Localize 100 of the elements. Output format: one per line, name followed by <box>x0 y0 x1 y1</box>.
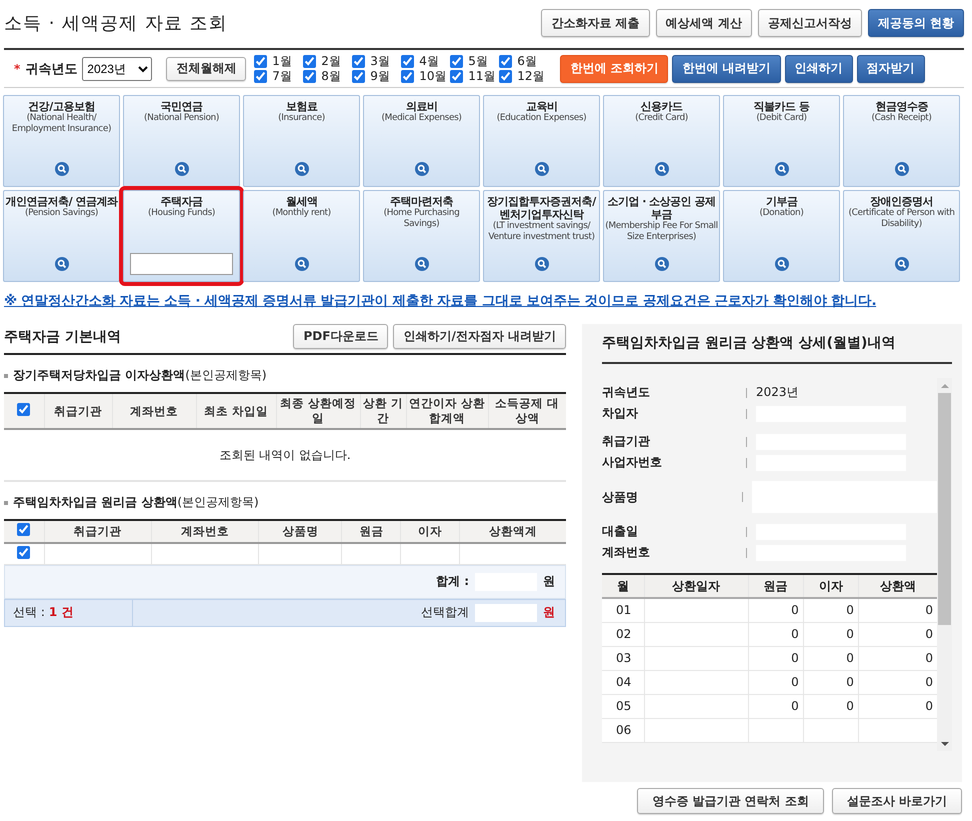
scroll-down-arrow-icon[interactable] <box>940 742 948 746</box>
table-cell: 0 <box>748 646 804 670</box>
checkbox[interactable] <box>17 402 30 416</box>
search-icon <box>54 162 68 176</box>
table-cell: 05 <box>602 694 644 718</box>
field-label: 대출일 <box>602 523 639 540</box>
action-button[interactable]: 한번에 내려받기 <box>672 54 781 82</box>
table-cell: 04 <box>602 670 644 694</box>
category-tile[interactable]: 개인연금저축/ 연금계좌 (Pension Savings) <box>3 190 120 282</box>
footer-button[interactable]: 영수증 발급기관 연락처 조회 <box>637 788 824 814</box>
field-label: 차입자 <box>602 405 639 422</box>
category-tile[interactable]: 기부금 (Donation) <box>723 190 840 282</box>
checkbox[interactable] <box>17 523 30 536</box>
table-cell: 0 <box>748 598 804 622</box>
tile-subtitle: (Housing Funds) <box>148 208 215 219</box>
column-header: 취급기관 <box>44 393 112 429</box>
checkbox[interactable] <box>303 54 316 68</box>
category-tile[interactable]: 장기집합투자증권저축/ 벤처기업투자신탁 (LT investment savings/ Venture investment trust) <box>483 190 600 282</box>
tile-title: 기부금 <box>766 195 798 208</box>
search-icon <box>54 257 68 271</box>
checkbox[interactable] <box>254 54 268 68</box>
column-header: 월 <box>602 574 644 598</box>
category-tile[interactable]: 현금영수증 (Cash Receipt) <box>843 95 960 187</box>
checkbox[interactable] <box>499 54 512 68</box>
column-header: 상환 기간 <box>360 393 406 429</box>
table-cell <box>803 718 858 742</box>
category-tile[interactable]: 주택마련저축 (Home Purchasing Savings) <box>363 190 480 282</box>
checkbox[interactable] <box>17 546 30 559</box>
header-button[interactable]: 공제신고서작성 <box>758 9 862 37</box>
field-label: 계좌번호 <box>602 544 651 561</box>
month-label: 7월 <box>272 68 292 84</box>
separator-bar <box>746 436 747 446</box>
search-icon <box>294 257 308 271</box>
category-tile[interactable]: 교육비 (Education Expenses) <box>483 95 600 187</box>
month-label: 10월 <box>419 68 447 84</box>
checkbox[interactable] <box>254 70 268 82</box>
header-button[interactable]: 제공동의 현황 <box>868 9 964 37</box>
checkbox[interactable] <box>401 54 414 68</box>
checkbox[interactable] <box>303 70 316 82</box>
toggle-months-button[interactable]: 전체월해제 <box>166 56 246 80</box>
tile-title: 의료비 <box>406 100 438 113</box>
panel-button[interactable]: 인쇄하기/전자점자 내려받기 <box>393 324 566 349</box>
column-header: 상환액 <box>858 574 937 598</box>
search-icon <box>654 257 668 271</box>
search-icon <box>174 162 188 176</box>
search-icon <box>774 257 788 271</box>
category-tile[interactable]: 보험료 (Insurance) <box>243 95 360 187</box>
checkbox[interactable] <box>450 54 464 68</box>
month-label: 12월 <box>517 68 545 84</box>
category-tile[interactable]: 월세액 (Monthly rent) <box>243 190 360 282</box>
action-button[interactable]: 점자받기 <box>856 54 925 82</box>
scrollbar[interactable] <box>937 378 952 751</box>
tile-title: 건강/고용보험 <box>28 100 95 113</box>
header-button[interactable]: 예상세액 계산 <box>656 9 752 37</box>
table-cell: 01 <box>602 598 644 622</box>
checkbox[interactable] <box>352 54 366 68</box>
table-cell: 0 <box>803 646 858 670</box>
category-tile[interactable]: 국민연금 (National Pension) <box>123 95 240 187</box>
search-icon <box>294 162 308 176</box>
table-cell: 02 <box>602 622 644 646</box>
currency-unit: 원 <box>543 573 555 590</box>
selection-count: 1 건 <box>48 604 74 621</box>
year-select[interactable]: 2023년 <box>82 56 152 80</box>
tile-title: 주택마련저축 <box>390 195 453 208</box>
panel-button[interactable]: PDF다운로드 <box>293 324 388 349</box>
tile-subtitle: (Certificate of Person with Disability) <box>847 208 956 230</box>
tile-subtitle: (Monthly rent) <box>272 208 331 219</box>
header-button[interactable]: 간소화자료 제출 <box>541 9 650 37</box>
notice-link[interactable]: ※ 연말정산간소화 자료는 소득 · 세액공제 증명서류 발급기관이 제출한 자료를 그대로 보여주는 것이므로 공제요건은 근로자가 확인해야 합니다. <box>4 292 964 310</box>
checkbox[interactable] <box>352 70 366 82</box>
search-icon <box>534 162 548 176</box>
category-tile[interactable]: 의료비 (Medical Expenses) <box>363 95 480 187</box>
tile-title: 현금영수증 <box>875 100 928 113</box>
separator-bar <box>746 526 747 536</box>
checkbox[interactable] <box>401 70 414 82</box>
category-tile[interactable]: 신용카드 (Credit Card) <box>603 95 720 187</box>
tile-title: 장애인증명서 <box>870 195 933 208</box>
section-title: 주택임차차입금 원리금 상환액 상세(월별)내역 <box>602 328 952 364</box>
search-icon <box>894 257 908 271</box>
scrollbar-thumb[interactable] <box>938 393 951 625</box>
category-tile[interactable]: 직불카드 등 (Debit Card) <box>723 95 840 187</box>
category-tile[interactable]: 장애인증명서 (Certificate of Person with Disability) <box>843 190 960 282</box>
column-header: 최초 차입일 <box>196 393 276 429</box>
month-label: 8월 <box>321 68 341 84</box>
tile-subtitle: (National Health/ Employment Insurance) <box>10 113 112 135</box>
subsection-title: 장기주택저당차입금 이자상환액(본인공제항목) <box>13 367 267 384</box>
column-header: 계좌번호 <box>112 393 196 429</box>
table-cell: 0 <box>748 622 804 646</box>
selection-label: 선택 : <box>13 604 45 621</box>
table-cell: 06 <box>602 718 644 742</box>
checkbox[interactable] <box>499 70 512 82</box>
tile-subtitle: (Debit Card) <box>756 113 807 124</box>
category-tile[interactable]: 건강/고용보험 (National Health/ Employment Insurance) <box>3 95 120 187</box>
separator-bar <box>746 458 747 468</box>
action-button[interactable]: 인쇄하기 <box>784 54 853 82</box>
field-label: 사업자번호 <box>602 454 663 471</box>
checkbox[interactable] <box>450 70 464 82</box>
search-icon <box>534 257 548 271</box>
category-tile[interactable]: 소기업 · 소상공인 공제부금 (Membership Fee For Small Size Enterprises) <box>603 190 720 282</box>
footer-button[interactable]: 설문조사 바로가기 <box>832 788 962 814</box>
